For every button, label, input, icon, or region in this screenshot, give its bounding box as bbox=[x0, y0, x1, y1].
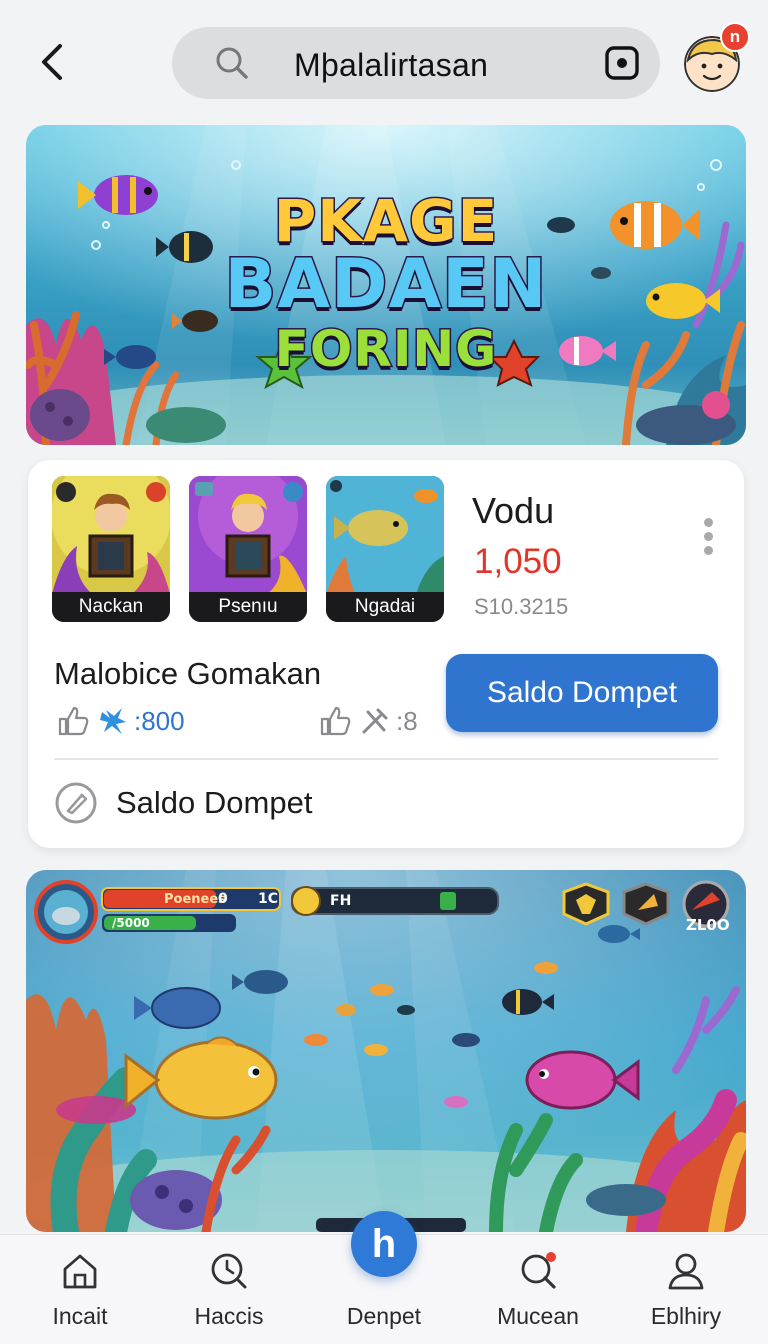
puzzle-icon bbox=[100, 708, 126, 734]
more-dot-icon bbox=[703, 532, 713, 541]
tools-icon bbox=[362, 708, 388, 734]
bottom-navigation: Incait Haccis h Denpet Mucean Eblhiry bbox=[0, 1211, 768, 1344]
more-dot-icon bbox=[703, 546, 713, 555]
stat-right-value: :8 bbox=[396, 705, 418, 736]
hud-bar-value1: 0 bbox=[218, 891, 228, 907]
nav-item-profile[interactable]: Eblhiry bbox=[621, 1235, 751, 1344]
saldo-dompet-link-label: Saldo Dompet bbox=[116, 785, 313, 820]
history-icon bbox=[211, 1253, 247, 1289]
wallet-icon: h bbox=[351, 1211, 417, 1277]
hero-banner[interactable]: PKAGE BADAEN FORING bbox=[26, 125, 746, 445]
stat-left-value: :800 bbox=[134, 705, 185, 736]
divider bbox=[54, 758, 718, 760]
thumbnail-label: Nackan bbox=[52, 592, 170, 622]
home-icon bbox=[63, 1254, 97, 1289]
profile-icon bbox=[668, 1253, 704, 1290]
game-title: Malobice Gomakan bbox=[54, 656, 322, 691]
search-input-text[interactable]: Mþalalirtasan bbox=[294, 47, 488, 84]
back-button[interactable] bbox=[30, 40, 74, 84]
nav-item-wallet[interactable]: h Denpet bbox=[319, 1211, 449, 1344]
nav-label: Haccis bbox=[194, 1303, 264, 1329]
search-bar[interactable]: Mþalalirtasan bbox=[172, 27, 660, 99]
fish-scene-art bbox=[326, 476, 444, 594]
game-thumbnail[interactable]: Nackan bbox=[52, 476, 170, 622]
hero-character-art bbox=[189, 476, 307, 594]
game-info-card: Nackan Psenıu Ngadai Vodu 1,050 S10.3215… bbox=[28, 460, 744, 848]
search-notify-icon bbox=[521, 1252, 556, 1289]
top-bar: Mþalalirtasan n bbox=[0, 0, 768, 120]
thumbnail-label: Ngadai bbox=[326, 592, 444, 622]
thumbs-up-icon[interactable] bbox=[56, 704, 90, 738]
hud-bar-label: Poenees bbox=[164, 892, 226, 907]
stat-left: :800 bbox=[56, 704, 185, 738]
nav-label: Mucean bbox=[497, 1303, 579, 1329]
saldo-dompet-link[interactable]: Saldo Dompet bbox=[54, 778, 312, 828]
hud-bar-value2: 1C bbox=[258, 891, 279, 907]
hud-score: ZL0O bbox=[686, 916, 730, 934]
balance-amount: 1,050 bbox=[474, 542, 562, 581]
search-icon bbox=[216, 47, 248, 79]
nav-label: Incait bbox=[52, 1303, 108, 1329]
more-options-button[interactable] bbox=[698, 518, 718, 562]
nav-item-home[interactable]: Incait bbox=[15, 1235, 145, 1344]
thumbs-up-icon[interactable] bbox=[318, 704, 352, 738]
balance-sub-value: S10.3215 bbox=[474, 594, 569, 619]
hero-title-line3: FORING bbox=[273, 319, 498, 380]
stat-right: :8 bbox=[318, 704, 418, 738]
hud-xp: /5000 bbox=[112, 916, 150, 930]
notification-badge: n bbox=[720, 22, 750, 52]
game-preview[interactable]: Poenees 0 1C /5000 FH ZL0O bbox=[26, 870, 746, 1232]
game-thumbnail[interactable]: Psenıu bbox=[189, 476, 307, 622]
more-dot-icon bbox=[703, 518, 713, 527]
edit-icon bbox=[55, 782, 97, 824]
saldo-dompet-button[interactable]: Saldo Dompet bbox=[446, 654, 718, 732]
chevron-left-icon bbox=[42, 44, 62, 80]
thumbnail-label: Psenıu bbox=[189, 592, 307, 622]
hud-center-label: FH bbox=[330, 893, 352, 909]
scan-icon[interactable] bbox=[604, 45, 640, 81]
nav-label: Eblhiry bbox=[650, 1303, 722, 1329]
nav-item-history[interactable]: Haccis bbox=[164, 1235, 294, 1344]
hero-title-line2: BADAEN bbox=[223, 244, 548, 326]
nav-label: Denpet bbox=[346, 1303, 422, 1329]
game-thumbnail[interactable]: Ngadai bbox=[326, 476, 444, 622]
nav-item-search[interactable]: Mucean bbox=[473, 1235, 603, 1344]
player-name: Vodu bbox=[472, 490, 555, 531]
hero-character-art bbox=[52, 476, 170, 594]
